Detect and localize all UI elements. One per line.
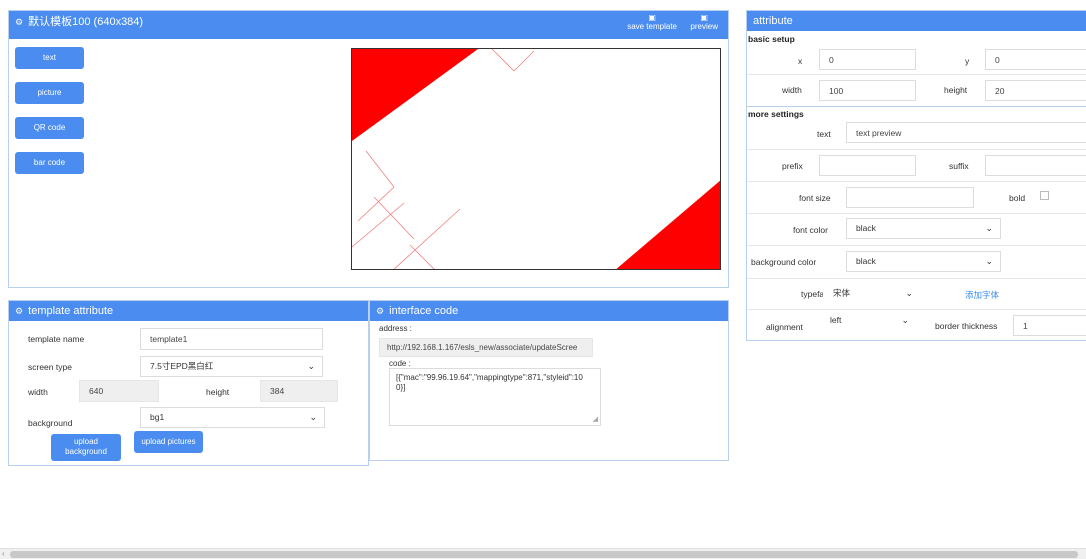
template-attribute-panel: ⚙ template attribute template name templ… (8, 300, 369, 466)
template-attribute-header: ⚙ template attribute (9, 301, 368, 321)
x-label: x (798, 56, 803, 66)
interface-code-panel: ⚙ interface code address : http://192.16… (369, 300, 729, 461)
component-barcode-button[interactable]: bar code (15, 152, 84, 174)
screen-type-select[interactable]: 7.5寸EPD黑白红 ⌄ (140, 356, 323, 377)
prefix-label: prefix (782, 161, 803, 171)
chevron-down-icon: ⌄ (985, 256, 993, 266)
font-color-label: font color (793, 225, 828, 235)
preview-label: preview (690, 22, 718, 31)
row-divider (747, 181, 1086, 182)
suffix-input[interactable] (985, 155, 1086, 176)
row-divider (747, 278, 1086, 279)
upload-background-line1: upload (73, 437, 99, 446)
component-text-button[interactable]: text (15, 47, 84, 69)
width-input: 640 (79, 380, 159, 402)
height-input: 384 (260, 380, 338, 402)
typeface-value: 宋体 (833, 288, 851, 298)
interface-code-header: ⚙ interface code (370, 301, 728, 321)
more-settings-title: more settings (748, 109, 804, 119)
gear-icon: ⚙ (15, 306, 24, 316)
typeface-select[interactable]: 宋体 ⌄ (823, 283, 921, 304)
width-label: width (28, 387, 48, 397)
height-label: height (206, 387, 230, 397)
border-thickness-label: border thickness (935, 321, 998, 331)
upload-background-line2: background (65, 447, 107, 456)
canvas-graphics (352, 49, 720, 269)
y-label: y (965, 56, 970, 66)
add-font-link[interactable]: 添加字体 (965, 289, 999, 301)
address-label: address : (379, 324, 412, 333)
text-label: text (817, 129, 831, 139)
section-divider (747, 106, 1086, 107)
font-size-label: font size (799, 193, 831, 203)
font-color-value: black (856, 223, 876, 233)
address-input: http://192.168.1.167/esls_new/associate/… (379, 338, 593, 357)
row-divider (747, 213, 1086, 214)
font-size-input[interactable] (846, 187, 974, 208)
y-input[interactable]: 0 (985, 49, 1086, 70)
width-input[interactable]: 100 (819, 80, 916, 101)
upload-pictures-button[interactable]: upload pictures (134, 431, 203, 453)
interface-code-title: interface code (389, 305, 459, 317)
chevron-down-icon: ⌄ (309, 412, 317, 422)
alignment-label: alignment (766, 322, 803, 332)
width-label: width (782, 85, 802, 95)
prefix-input[interactable] (819, 155, 916, 176)
background-color-value: black (856, 256, 876, 266)
alignment-value: left (830, 315, 842, 325)
template-name-input[interactable]: template1 (140, 328, 323, 350)
background-color-label: background color (751, 257, 817, 267)
chevron-down-icon: ⌄ (905, 288, 913, 298)
suffix-label: suffix (949, 161, 969, 171)
font-color-select[interactable]: black ⌄ (846, 218, 1001, 239)
save-template-button[interactable]: ▣ save template (627, 13, 677, 31)
background-select[interactable]: bg1 ⌄ (140, 407, 325, 428)
preview-button[interactable]: ▣ preview (690, 13, 718, 31)
alignment-select[interactable]: left ⌄ (820, 310, 917, 331)
row-divider (747, 74, 1086, 75)
floppy-icon: ▣ (648, 13, 656, 22)
code-line-2: 0}] (396, 383, 406, 392)
attribute-header: attribute (747, 11, 1086, 31)
height-label: height (944, 85, 968, 95)
screen-type-label: screen type (28, 362, 72, 372)
component-picture-button[interactable]: picture (15, 82, 84, 104)
chevron-down-icon: ⌄ (307, 361, 315, 371)
row-divider (747, 149, 1086, 150)
bold-checkbox[interactable] (1040, 191, 1049, 200)
template-canvas[interactable] (351, 48, 721, 270)
save-template-label: save template (627, 22, 677, 31)
code-textarea[interactable]: [{"mac":"99.96.19.64","mappingtype":871,… (389, 368, 601, 426)
border-thickness-input[interactable]: 1 (1013, 315, 1086, 336)
template-name-label: template name (28, 334, 85, 344)
upload-background-button[interactable]: upload background (51, 434, 121, 461)
horizontal-scrollbar[interactable]: ‹ (0, 548, 1086, 559)
background-value: bg1 (150, 412, 165, 422)
height-input[interactable]: 20 (985, 80, 1086, 101)
template-attribute-title: template attribute (28, 305, 114, 317)
editor-panel: ⚙ 默认模板100 (640x384) ▣ save template ▣ pr… (8, 10, 729, 288)
gear-icon: ⚙ (15, 17, 24, 27)
background-label: background (28, 418, 73, 428)
scroll-left-icon[interactable]: ‹ (2, 549, 5, 559)
row-divider (747, 245, 1086, 246)
code-line-1: [{"mac":"99.96.19.64","mappingtype":871,… (396, 373, 583, 382)
bold-label: bold (1009, 193, 1026, 203)
chevron-down-icon: ⌄ (985, 223, 993, 233)
component-qrcode-button[interactable]: QR code (15, 117, 84, 139)
x-input[interactable]: 0 (819, 49, 916, 70)
floppy-icon: ▣ (700, 13, 708, 22)
editor-header: ⚙ 默认模板100 (640x384) ▣ save template ▣ pr… (9, 11, 728, 39)
code-label: code : (389, 359, 411, 368)
chevron-down-icon: ⌄ (901, 315, 909, 325)
background-color-select[interactable]: black ⌄ (846, 251, 1001, 272)
screen-type-value: 7.5寸EPD黑白红 (150, 361, 214, 371)
text-input[interactable]: text preview (846, 122, 1086, 143)
scrollbar-thumb[interactable] (10, 551, 1078, 558)
basic-setup-title: basic setup (748, 34, 795, 44)
editor-title: 默认模板100 (640x384) (28, 16, 144, 28)
gear-icon: ⚙ (376, 306, 385, 316)
attribute-panel: attribute basic setup x 0 y 0 width 100 … (746, 10, 1086, 341)
resize-handle-icon[interactable]: ◢ (593, 415, 598, 425)
